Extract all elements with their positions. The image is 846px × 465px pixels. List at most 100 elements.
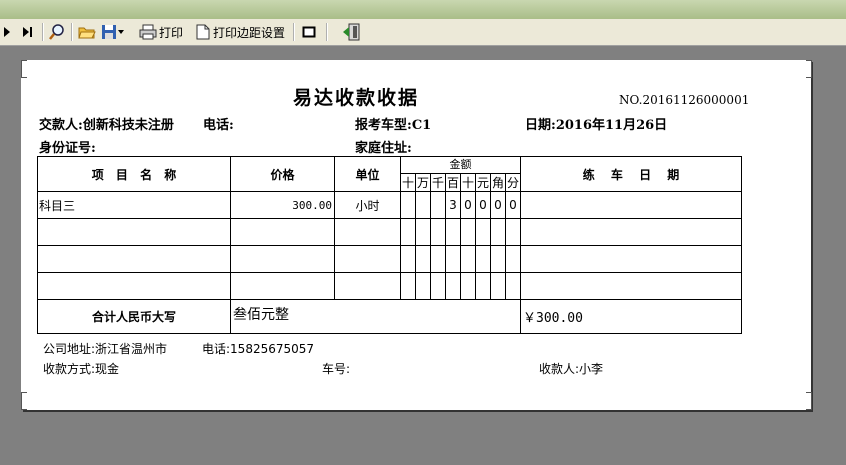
col-header-unit: 单位 [334, 156, 401, 192]
digit-header: 元 [475, 173, 491, 192]
digit-cell: 0 [460, 191, 476, 219]
digit-cell [400, 191, 416, 219]
digit-cell: 0 [490, 191, 506, 219]
digit-header: 百 [445, 173, 461, 192]
digit-header: 十 [400, 173, 416, 192]
total-label: 合计人民币大写 [37, 299, 231, 334]
folder-open-icon [78, 27, 96, 39]
digit-cell [415, 272, 431, 300]
digit-cell [490, 218, 506, 246]
preview-toolbar: 打印 打印边距设置 [0, 19, 846, 46]
exam-type-value: C1 [411, 118, 432, 133]
receipt-table: 项 目 名 称 价格 单位 金额 练 车 日 期 十 万 千 百 十 元 角 分… [37, 156, 742, 334]
margin-settings-label: 打印边距设置 [213, 25, 286, 40]
date-value: 2016年11月26日 [555, 118, 668, 133]
print-button[interactable]: 打印 [139, 22, 183, 42]
item-cell [37, 245, 231, 273]
table-row [37, 272, 742, 300]
receiver: 收款人:小李 [539, 362, 604, 376]
digit-cell [400, 218, 416, 246]
digit-cell [475, 272, 491, 300]
receipt-title: 易达收款收据 [293, 87, 420, 109]
practice-date-cell [520, 245, 742, 273]
page-view-button[interactable] [302, 22, 316, 42]
digit-cell [400, 272, 416, 300]
digit-cell [505, 272, 521, 300]
digit-cell: 0 [505, 191, 521, 219]
digit-header: 十 [460, 173, 476, 192]
phone-label: 电话: [203, 118, 234, 133]
digit-header: 分 [505, 173, 521, 192]
col-header-item: 项 目 名 称 [37, 156, 231, 192]
digit-cell [415, 218, 431, 246]
col-header-price: 价格 [230, 156, 335, 192]
col-header-amount: 金额 [400, 156, 521, 174]
printer-icon [139, 24, 157, 40]
save-button[interactable] [101, 22, 125, 42]
unit-cell: 小时 [334, 191, 401, 219]
digit-cell [445, 245, 461, 273]
digit-cell [490, 245, 506, 273]
payer-label: 交款人: [39, 118, 83, 133]
margin-mark [806, 392, 812, 410]
margin-mark [21, 392, 27, 410]
home-address-label: 家庭住址: [355, 141, 412, 156]
window-title-bar [0, 0, 846, 19]
unit-cell [334, 218, 401, 246]
item-cell [37, 272, 231, 300]
total-row: 合计人民币大写 叁佰元整 ￥300.00 [37, 299, 742, 334]
digit-cell [415, 245, 431, 273]
date-label: 日期: [525, 118, 556, 133]
price-cell [230, 218, 335, 246]
margin-settings-button[interactable]: 打印边距设置 [196, 22, 285, 42]
receipt-page: 易达收款收据 NO.20161126000001 交款人:创新科技未注册 电话:… [21, 60, 812, 410]
skip-end-icon [23, 27, 32, 37]
page-icon [196, 24, 210, 40]
print-label: 打印 [159, 25, 184, 40]
table-row: 科目三 300.00 小时 3 0 0 0 0 [37, 191, 742, 219]
payer-value: 创新科技未注册 [82, 118, 174, 133]
next-page-button[interactable] [3, 22, 11, 42]
total-amount: ￥300.00 [520, 299, 742, 334]
digit-cell [475, 218, 491, 246]
margin-mark [21, 60, 27, 78]
zoom-button[interactable] [48, 22, 66, 42]
receipt-number: NO.20161126000001 [619, 93, 750, 107]
company-phone: 电话:15825675057 [202, 342, 315, 356]
item-cell: 科目三 [37, 191, 231, 219]
payment-method: 收款方式:现金 [43, 362, 120, 376]
floppy-disk-icon [102, 25, 116, 39]
car-number-label: 车号: [322, 362, 351, 376]
margin-mark [806, 60, 812, 78]
open-button[interactable] [78, 22, 96, 42]
digit-cell [445, 272, 461, 300]
exit-button[interactable] [342, 22, 362, 42]
digit-cell [475, 245, 491, 273]
chevron-down-icon [118, 30, 124, 34]
date-field: 日期:2016年11月26日 [525, 114, 667, 133]
table-row [37, 218, 742, 246]
digit-header: 角 [490, 173, 506, 192]
digit-cell [415, 191, 431, 219]
magnifier-icon [49, 24, 64, 40]
digit-cell [460, 245, 476, 273]
digit-cell [460, 218, 476, 246]
practice-date-cell [520, 191, 742, 219]
price-cell: 300.00 [230, 191, 335, 219]
digit-cell [430, 272, 446, 300]
last-page-button[interactable] [22, 22, 34, 42]
company-address: 公司地址:浙江省温州市 [43, 342, 168, 356]
digit-cell [490, 272, 506, 300]
exam-type-field: 报考车型:C1 [355, 114, 431, 133]
practice-date-cell [520, 272, 742, 300]
digit-cell [505, 218, 521, 246]
digit-cell [430, 218, 446, 246]
digit-cell [460, 272, 476, 300]
digit-cell: 3 [445, 191, 461, 219]
digit-cell: 0 [475, 191, 491, 219]
square-icon [302, 26, 316, 38]
exit-door-icon [343, 23, 360, 41]
exam-type-label: 报考车型: [355, 118, 412, 133]
price-cell [230, 272, 335, 300]
digit-cell [430, 191, 446, 219]
